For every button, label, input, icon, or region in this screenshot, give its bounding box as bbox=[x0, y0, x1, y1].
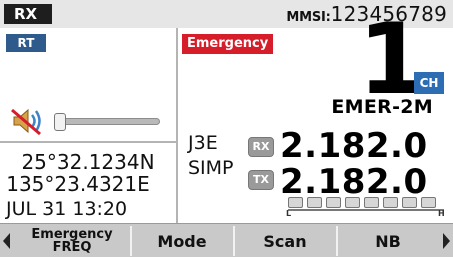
pane-divider-horizontal bbox=[0, 141, 176, 143]
emergency-freq-key[interactable]: Emergency FREQ bbox=[14, 226, 130, 256]
meter-low-label: L bbox=[286, 209, 292, 218]
tx-badge: TX bbox=[248, 170, 274, 190]
emergency-freq-key-line2: FREQ bbox=[52, 240, 92, 255]
scan-key[interactable]: Scan bbox=[234, 226, 336, 256]
rx-frequency: 2.182.0 bbox=[280, 126, 428, 166]
meter-segment bbox=[326, 197, 341, 208]
meter-segment bbox=[307, 197, 322, 208]
meter-segment bbox=[402, 197, 417, 208]
emergency-tag: Emergency bbox=[182, 34, 274, 54]
channel-name: EMER-2M bbox=[331, 96, 433, 118]
volume-slider-thumb[interactable] bbox=[54, 113, 66, 131]
speaker-muted-icon bbox=[11, 108, 41, 136]
channel-number: 1 bbox=[358, 3, 427, 117]
nb-key[interactable]: NB bbox=[337, 226, 439, 256]
scroll-left-icon[interactable] bbox=[3, 233, 10, 249]
rx-badge: RX bbox=[248, 137, 274, 157]
meter-segment bbox=[288, 197, 303, 208]
mmsi-label: MMSI: bbox=[286, 10, 331, 25]
latitude: 25°32.1234N bbox=[21, 150, 155, 174]
rt-badge: RT bbox=[6, 34, 46, 52]
tx-frequency: 2.182.0 bbox=[280, 162, 428, 202]
pane-divider-vertical bbox=[176, 28, 178, 223]
rx-status-indicator: RX bbox=[4, 4, 52, 24]
emission-mode: J3E bbox=[188, 132, 218, 154]
mode-key[interactable]: Mode bbox=[131, 226, 233, 256]
meter-high-label: H bbox=[438, 209, 445, 218]
meter-segment bbox=[364, 197, 379, 208]
scroll-right-icon[interactable] bbox=[443, 233, 450, 249]
meter-baseline bbox=[288, 209, 444, 211]
channel-badge: CH bbox=[414, 72, 444, 94]
signal-meter: L H bbox=[286, 197, 448, 219]
duplex-mode: SIMP bbox=[188, 157, 234, 179]
softkey-bar: Emergency FREQ Mode Scan NB bbox=[0, 223, 453, 257]
radio-screen: RX MMSI: 123456789 RT 25°32.1234N 135°23… bbox=[0, 0, 453, 257]
volume-slider-track[interactable] bbox=[56, 118, 160, 125]
meter-segment bbox=[421, 197, 436, 208]
meter-segment bbox=[383, 197, 398, 208]
longitude: 135°23.4321E bbox=[6, 172, 150, 196]
meter-segment bbox=[345, 197, 360, 208]
date-time: JUL 31 13:20 bbox=[6, 198, 128, 220]
